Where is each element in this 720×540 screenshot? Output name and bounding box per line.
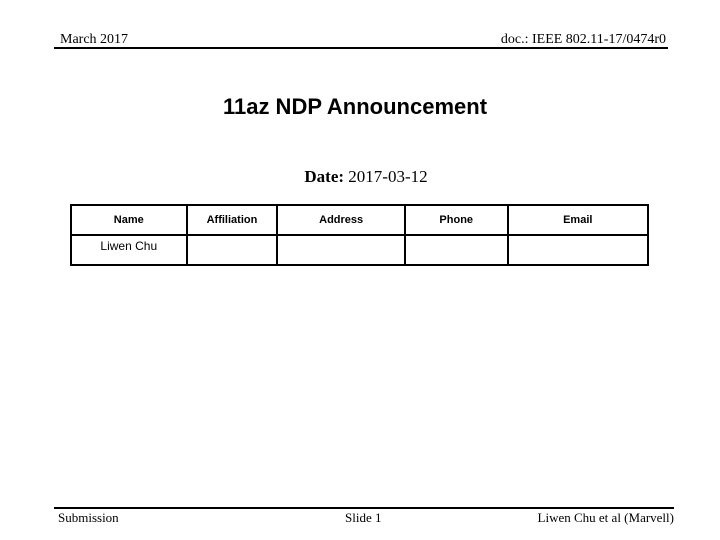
header-rule [54,47,668,49]
date-value: 2017-03-12 [348,167,428,186]
table-row: Liwen Chu [70,234,650,266]
cell-email [506,234,650,266]
footer-rule [54,507,674,509]
column-header-email: Email [506,204,650,236]
date-line: Date: 2017-03-12 [0,167,720,187]
column-header-name: Name [70,204,188,236]
cell-name: Liwen Chu [70,234,188,266]
footer-author: Liwen Chu et al (Marvell) [537,510,674,525]
authors-table: Name Affiliation Address Phone Email Liw… [70,204,650,266]
footer-submission: Submission [58,510,119,525]
date-label: Date: [304,167,345,186]
column-header-address: Address [276,204,406,236]
cell-address [276,234,406,266]
column-header-affiliation: Affiliation [185,204,279,236]
column-header-phone: Phone [403,204,509,236]
cell-phone [403,234,509,266]
footer-slide-number: Slide 1 [345,510,382,525]
table-header-row: Name Affiliation Address Phone Email [70,204,650,236]
slide-title: 11az NDP Announcement [222,94,488,119]
header-date: March 2017 [60,32,129,47]
cell-affiliation [185,234,279,266]
header-doc-id: doc.: IEEE 802.11-17/0474r0 [500,32,666,47]
